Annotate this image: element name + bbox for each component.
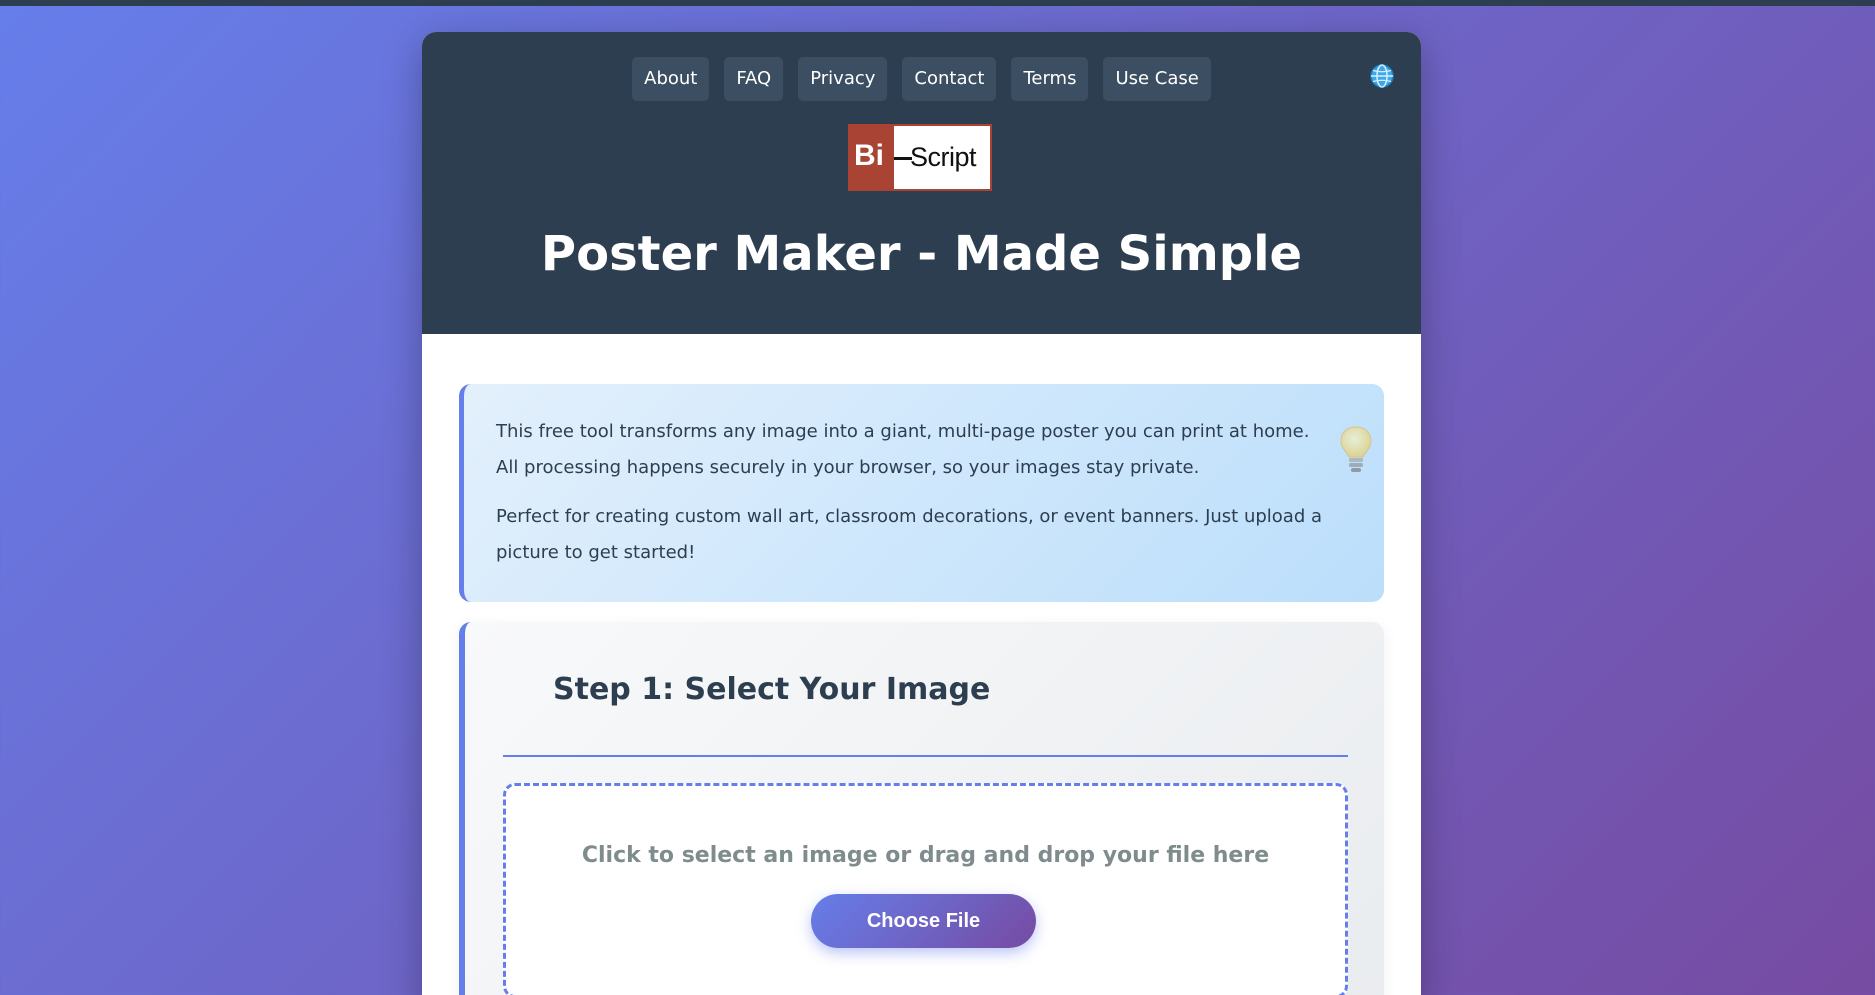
logo-right-text: Script [910, 142, 977, 172]
step-1-panel: Step 1: Select Your Image Click to selec… [459, 622, 1384, 995]
page-title: Poster Maker - Made Simple [540, 226, 1303, 282]
nav-contact-link[interactable]: Contact [902, 57, 997, 101]
main-card: About FAQ Privacy Contact Terms Use Case… [422, 32, 1421, 995]
intro-info-box: This free tool transforms any image into… [459, 384, 1384, 602]
nav-faq-link[interactable]: FAQ [724, 57, 784, 101]
intro-paragraph-1: This free tool transforms any image into… [496, 421, 1310, 478]
lightbulb-icon [1338, 424, 1374, 476]
globe-icon[interactable] [1368, 62, 1396, 90]
nav-terms-link[interactable]: Terms [1011, 57, 1089, 101]
nav-about-link[interactable]: About [632, 57, 710, 101]
intro-paragraph-2: Perfect for creating custom wall art, cl… [496, 506, 1323, 563]
choose-file-button[interactable]: Choose File [811, 894, 1036, 948]
step-title-underline [503, 755, 1348, 757]
logo-left-text: Bi [854, 139, 884, 172]
step-1-title: Step 1: Select Your Image [553, 672, 991, 707]
bi-script-logo[interactable]: Bi Script [848, 124, 992, 191]
image-dropzone[interactable]: Click to select an image or drag and dro… [503, 783, 1348, 995]
top-nav: About FAQ Privacy Contact Terms Use Case [422, 57, 1421, 101]
browser-top-strip [0, 0, 1875, 6]
nav-privacy-link[interactable]: Privacy [798, 57, 888, 101]
dropzone-instructions: Click to select an image or drag and dro… [581, 843, 1270, 868]
page-header: About FAQ Privacy Contact Terms Use Case… [422, 32, 1421, 334]
nav-use-case-link[interactable]: Use Case [1103, 57, 1211, 101]
